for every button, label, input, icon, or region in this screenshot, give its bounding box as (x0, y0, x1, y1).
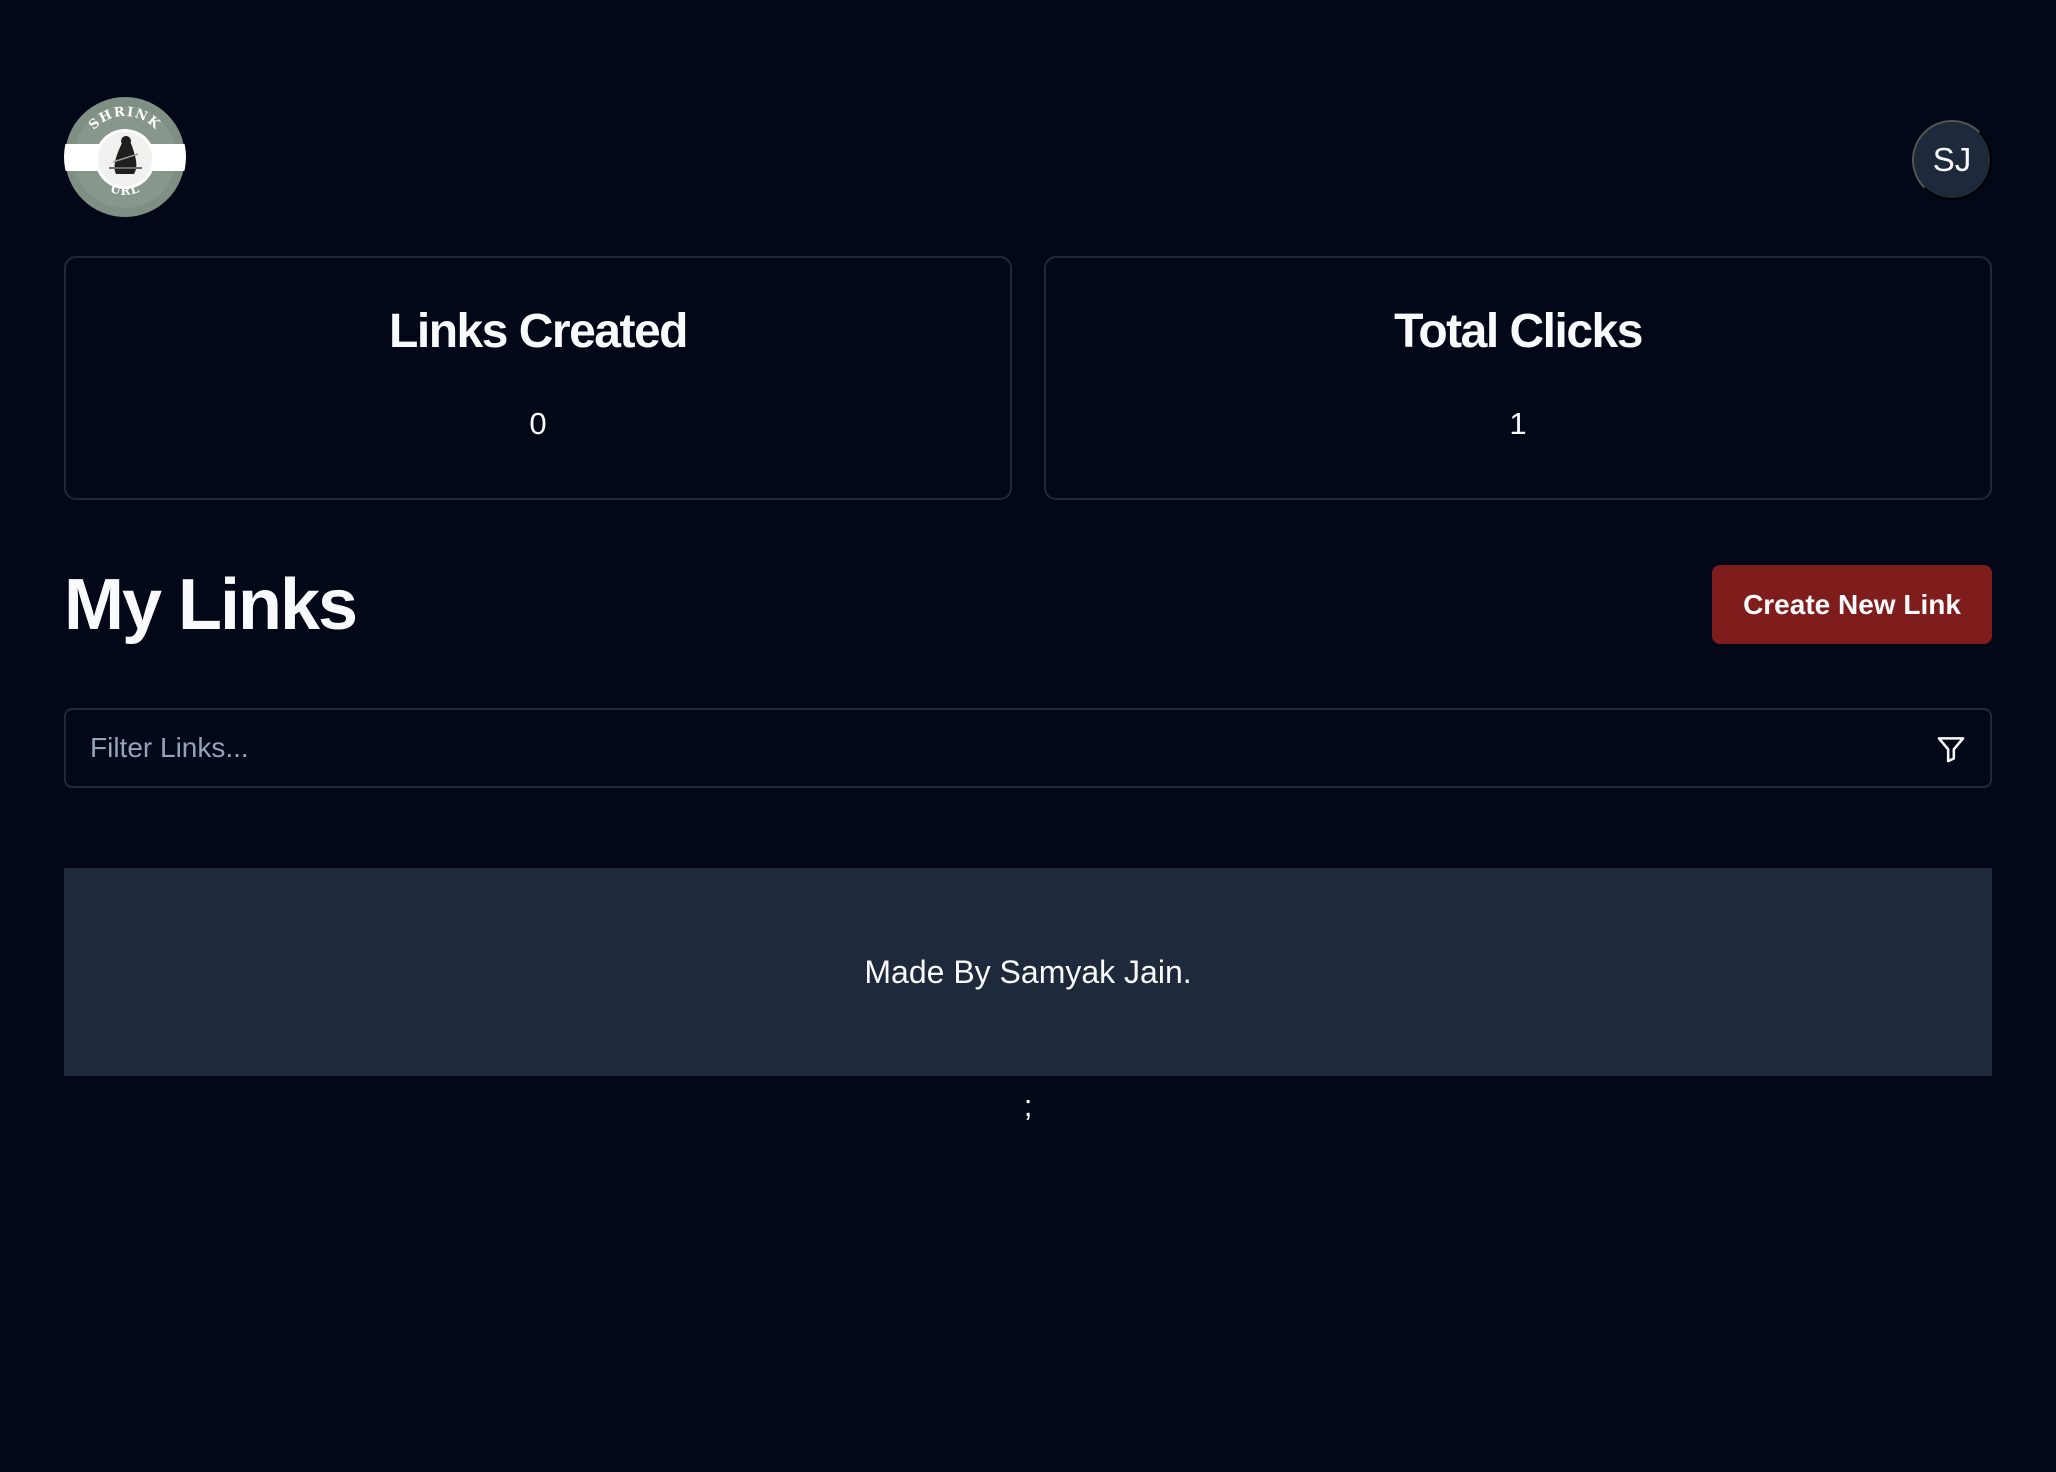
filter-links-input[interactable] (66, 710, 1990, 786)
stray-semicolon-text: ; (1023, 1088, 1033, 1123)
page-title: My Links (64, 565, 358, 645)
footer: Made By Samyak Jain. (64, 868, 1992, 1076)
links-created-title: Links Created (389, 305, 688, 358)
total-clicks-value: 1 (1509, 406, 1527, 441)
stats-section: Links Created 0 Total Clicks 1 (64, 256, 1992, 500)
dashboard-page: SHRINK URL SJ Links Created 0 Total Clic… (0, 0, 2056, 1472)
filter-icon[interactable] (1934, 732, 1968, 766)
filter-links-field[interactable] (64, 708, 1992, 788)
total-clicks-title: Total Clicks (1394, 305, 1643, 358)
user-avatar[interactable]: SJ (1912, 120, 1992, 200)
footer-credit-text: Made By Samyak Jain. (864, 953, 1192, 990)
app-header: SHRINK URL SJ (64, 96, 1992, 224)
links-created-value: 0 (529, 406, 547, 441)
shrink-url-logo[interactable]: SHRINK URL (64, 96, 186, 218)
logo-image: SHRINK URL (64, 97, 186, 217)
create-new-link-button[interactable]: Create New Link (1712, 565, 1992, 644)
links-created-card: Links Created 0 (64, 256, 1012, 500)
total-clicks-card: Total Clicks 1 (1044, 256, 1992, 500)
